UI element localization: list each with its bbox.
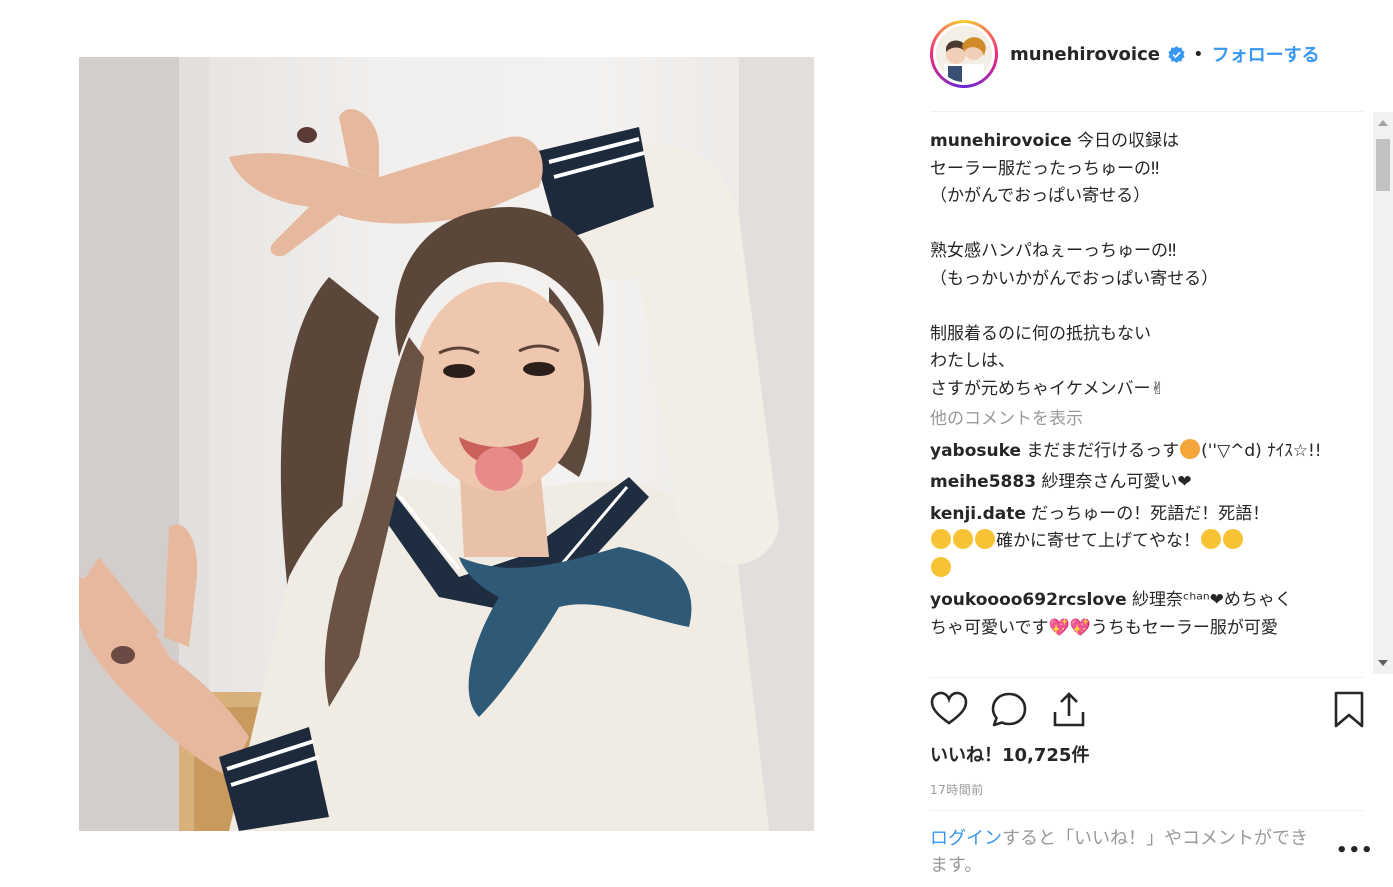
bookmark-icon[interactable] [1330,690,1368,730]
caption-blank [930,211,1360,239]
more-options-icon[interactable]: ••• [1336,840,1374,861]
avatar-image [936,26,992,82]
likes-count[interactable]: いいね！10,725件 [930,741,1089,767]
comment-item: yabosuke まだまだ行けるっす (''▽^d) ﾅｲｽ☆!! [930,438,1322,461]
caption-blank [930,293,1360,321]
comment-username[interactable]: meihe5883 [930,472,1036,492]
share-icon[interactable] [1050,690,1088,730]
laughing-emoji-icon [1223,529,1243,549]
divider [930,111,1363,112]
caption-line: 制服着るのに何の抵抗もない [930,323,1151,344]
heart-eyes-cat-emoji-icon [1180,438,1201,459]
comment-username[interactable]: kenji.date [930,504,1026,524]
laughing-emoji-icon [1201,529,1221,549]
comment-icon[interactable] [990,690,1028,730]
heart-icon[interactable] [930,690,968,730]
avatar[interactable] [930,20,998,88]
separator-dot: • [1192,43,1204,65]
post-photo[interactable] [79,57,814,831]
divider [930,810,1363,811]
photo-illustration [79,57,814,831]
caption-line: さすが元めちゃイケメンバー✌ [930,378,1165,399]
comment-username[interactable]: yabosuke [930,441,1021,461]
comments-scrollbar[interactable] [1373,112,1393,674]
scroll-up-arrow-icon[interactable] [1378,120,1388,126]
laughing-emoji-icon [931,529,951,549]
caption-line: （もっかいかがんでおっぱい寄せる） [930,268,1219,289]
caption-line: munehirovoice 今日の収録は [930,131,1180,151]
header-username[interactable]: munehirovoice [1010,44,1160,65]
comment-item: youkoooo692rcslove 紗理奈ᶜʰᵃⁿ❤めちゃく ちゃ可愛いです💖… [930,590,1292,638]
laughing-emoji-icon [953,529,973,549]
comments-panel[interactable]: munehirovoice 今日の収録は セーラー服だったっちゅーの‼ （かがん… [930,128,1360,674]
verified-badge-icon [1168,45,1185,63]
follow-button[interactable]: フォローする [1212,41,1320,67]
comment-item: kenji.date だっちゅーの！死語だ！死語！ 確かに寄せて上げてやな！ [930,501,1360,584]
laughing-emoji-icon [975,529,995,549]
login-prompt: ログインすると「いいね！」やコメントができます。 [930,828,1308,876]
comment-username[interactable]: youkoooo692rcslove [930,590,1127,610]
comment-item: meihe5883 紗理奈さん可愛い❤ [930,472,1192,492]
action-bar [930,690,1365,734]
caption-line: セーラー服だったっちゅーの‼ [930,158,1160,179]
scroll-down-arrow-icon[interactable] [1378,660,1388,666]
show-more-comments-link[interactable]: 他のコメントを表示 [930,406,1360,434]
post-header: munehirovoice • フォローする [930,18,1320,90]
login-link[interactable]: ログイン [930,828,1002,849]
caption-line: わたしは、 [930,351,1015,371]
divider [930,677,1363,678]
laughing-emoji-icon [931,556,951,577]
caption-username[interactable]: munehirovoice [930,131,1072,151]
post-timestamp[interactable]: 17時間前 [930,781,984,798]
scrollbar-thumb[interactable] [1376,139,1390,191]
caption-line: 熟女感ハンパねぇーっちゅーの‼ [930,241,1177,261]
caption-line: （かがんでおっぱい寄せる） [930,186,1151,206]
